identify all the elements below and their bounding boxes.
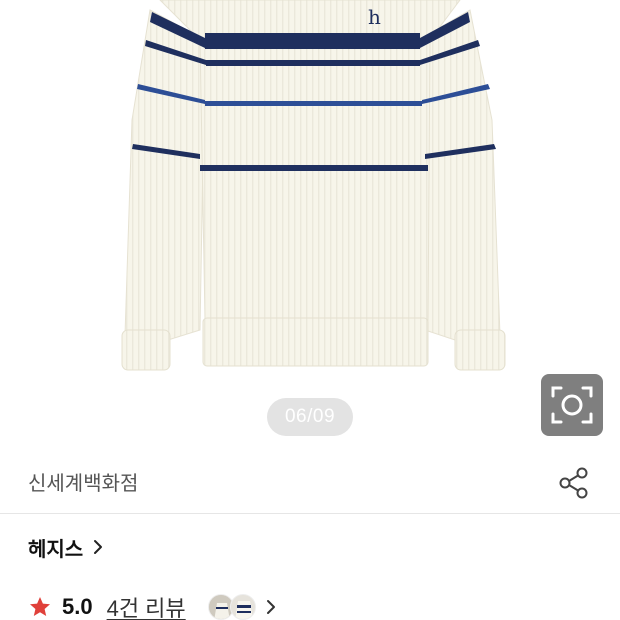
chevron-right-icon (266, 600, 275, 614)
review-thumbnails[interactable] (207, 592, 258, 620)
brand-name: 헤지스 (28, 538, 84, 561)
image-search-button[interactable] (541, 374, 603, 436)
share-icon (559, 467, 588, 499)
product-image[interactable]: h 06/09 (0, 0, 620, 455)
camera-lens-icon (551, 386, 593, 424)
rating-score: 5.0 (62, 594, 93, 619)
chevron-right-icon (94, 540, 103, 554)
brand-logo: h (368, 5, 381, 29)
section-divider (0, 513, 620, 514)
seller-row: 신세계백화점 (0, 455, 620, 513)
review-count-link[interactable]: 4건 리뷰 (107, 591, 186, 620)
rating-row[interactable]: 5.0 4건 리뷰 (28, 590, 276, 620)
star-icon (30, 597, 50, 616)
image-page-indicator: 06/09 (267, 398, 353, 436)
seller-name: 신세계백화점 (28, 473, 139, 495)
brand-link[interactable]: 헤지스 (28, 533, 103, 561)
sweater-illustration: h (121, 0, 506, 371)
share-button[interactable] (556, 465, 592, 501)
review-thumbnail (229, 594, 256, 620)
